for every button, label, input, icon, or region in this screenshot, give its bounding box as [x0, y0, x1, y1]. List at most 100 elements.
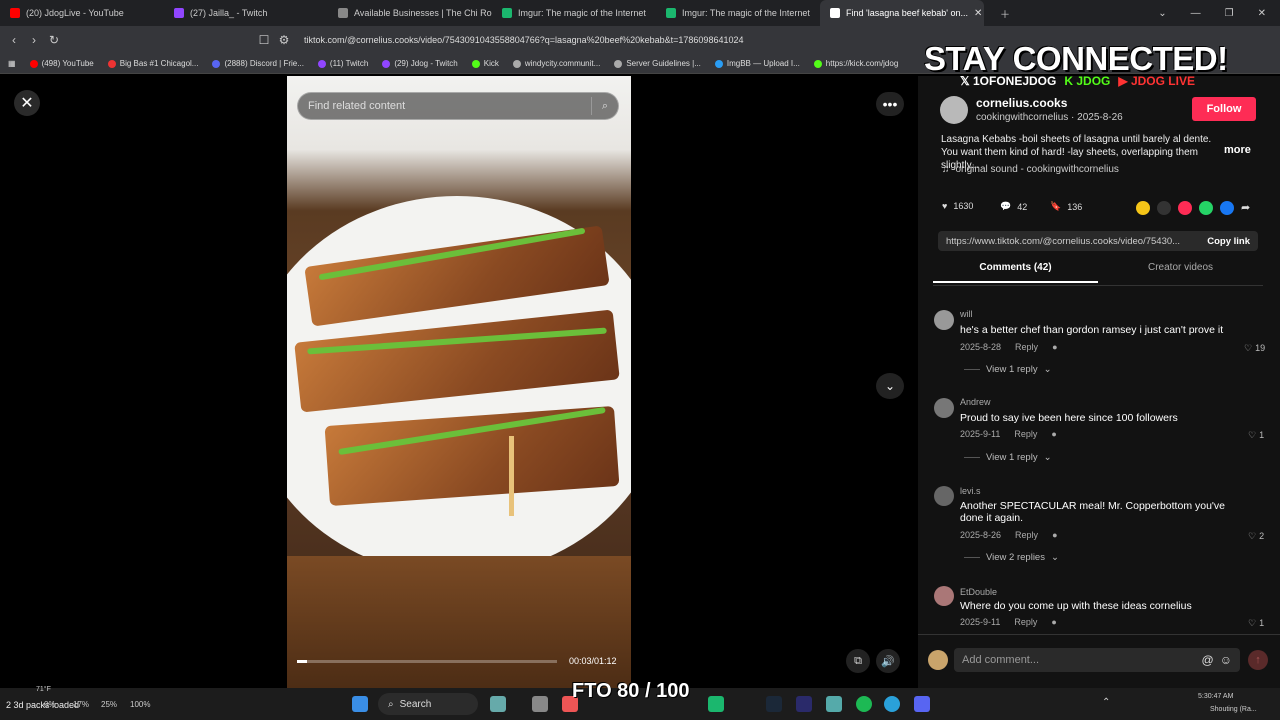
url-field[interactable]: tiktok.com/@cornelius.cooks/video/754309… — [304, 35, 743, 45]
browser-tab-active[interactable]: Find 'lasagna beef kebab' on... ✕ — [820, 0, 984, 26]
mention-icon[interactable]: @ — [1202, 653, 1214, 667]
comment-likes[interactable]: ♡ 1 — [1248, 618, 1264, 629]
divider — [590, 97, 592, 115]
repost-icon[interactable] — [1136, 201, 1150, 215]
bookmark-item[interactable]: (29) Jdog - Twitch — [382, 59, 458, 68]
bookmark-item[interactable]: ImgBB — Upload I... — [714, 59, 800, 68]
new-tab-button[interactable]: ＋ — [1000, 6, 1010, 21]
comment-likes[interactable]: ♡ 1 — [1248, 430, 1264, 441]
comment-user[interactable]: EtDouble — [960, 587, 997, 597]
bookmark-icon[interactable]: ☐ — [254, 33, 274, 47]
bookmark-item[interactable]: (11) Twitch — [317, 59, 368, 68]
tray-chevron-icon[interactable]: ⌃ — [1102, 697, 1110, 708]
steam-icon[interactable] — [766, 696, 782, 712]
heart-icon: ♡ — [1248, 430, 1257, 440]
video-progress-bar[interactable] — [297, 660, 557, 663]
close-button[interactable]: ✕ — [14, 90, 40, 116]
embed-icon[interactable] — [1157, 201, 1171, 215]
premiere-icon[interactable] — [796, 696, 812, 712]
sound-row[interactable]: ♫ original sound - cookingwithcornelius — [942, 164, 1119, 175]
bookmark-item[interactable]: (2888) Discord | Frie... — [212, 59, 304, 68]
creator-liked-icon: ● — [1051, 429, 1057, 439]
creator-username[interactable]: cornelius.cooks — [976, 96, 1067, 110]
disk-stat: 100% — [130, 700, 151, 709]
more-link[interactable]: more — [1224, 144, 1251, 156]
windows-start-icon[interactable] — [352, 696, 368, 712]
copy-link-button[interactable]: Copy link — [1207, 236, 1250, 247]
browser-tab[interactable]: Imgur: The magic of the Internet — [656, 0, 820, 26]
discord-icon[interactable] — [914, 696, 930, 712]
saves-stat[interactable]: 🔖 136 — [1050, 201, 1082, 212]
comment-user[interactable]: levi.s — [960, 486, 981, 496]
pip-icon[interactable]: ⧉ — [846, 649, 870, 673]
comments-stat[interactable]: 💬 42 — [1000, 201, 1027, 212]
reload-icon[interactable]: ↻ — [44, 33, 64, 47]
more-options-button[interactable]: ••• — [876, 92, 904, 116]
browser-tab[interactable]: (27) Jailla_ - Twitch — [164, 0, 328, 26]
spotify-icon[interactable] — [856, 696, 872, 712]
search-icon[interactable]: ⌕ — [602, 100, 608, 113]
share-icon[interactable]: ➦ — [1241, 201, 1250, 215]
post-comment-button[interactable]: ↑ — [1248, 650, 1268, 670]
task-view-icon[interactable] — [532, 696, 548, 712]
minimize-button[interactable]: — — [1191, 8, 1201, 19]
bookmark-item[interactable]: windycity.communit... — [512, 59, 600, 68]
browser-tab[interactable]: Available Businesses | The Chi Rolepl... — [328, 0, 492, 26]
browser-tab[interactable]: (20) JdogLive - YouTube — [0, 0, 164, 26]
skewer-image — [509, 436, 514, 516]
bookmark-item[interactable]: (498) YouTube — [29, 59, 94, 68]
send-icon[interactable] — [1178, 201, 1192, 215]
back-icon[interactable]: ‹ — [4, 33, 24, 47]
avatar[interactable] — [934, 486, 954, 506]
volume-icon[interactable]: 🔊 — [876, 649, 900, 673]
creator-liked-icon: ● — [1052, 530, 1058, 540]
view-replies[interactable]: View 1 reply ⌄ — [964, 364, 1052, 375]
maximize-button[interactable]: ❐ — [1225, 8, 1234, 19]
comment-meta: 2025-9-11 Reply ● — [960, 429, 1057, 439]
emoji-icon[interactable]: ☺ — [1220, 653, 1232, 667]
forward-icon[interactable]: › — [24, 33, 44, 47]
whatsapp-icon[interactable] — [1199, 201, 1213, 215]
comment-user[interactable]: Andrew — [960, 397, 991, 407]
browser-tab[interactable]: Imgur: The magic of the Internet — [492, 0, 656, 26]
avatar[interactable] — [934, 310, 954, 330]
close-tab-icon[interactable]: ✕ — [974, 8, 982, 19]
tab-search-icon[interactable]: ⌄ — [1158, 8, 1166, 19]
bookmark-item[interactable]: Server Guidelines |... — [614, 59, 701, 68]
creator-liked-icon: ● — [1051, 617, 1057, 627]
kick-icon — [471, 59, 480, 68]
close-window-button[interactable]: ✕ — [1258, 8, 1266, 19]
bookmark-item[interactable]: Kick — [471, 59, 499, 68]
next-video-button[interactable]: ⌄ — [876, 373, 904, 399]
avatar[interactable] — [934, 398, 954, 418]
bookmark-item[interactable]: Big Bas #1 Chicagol... — [107, 59, 198, 68]
creator-avatar[interactable] — [940, 96, 968, 124]
comment-user[interactable]: will — [960, 309, 973, 319]
site-info-icon[interactable]: ⚙ — [274, 33, 294, 47]
avatar[interactable] — [934, 586, 954, 606]
telegram-icon[interactable] — [884, 696, 900, 712]
app-icon[interactable] — [708, 696, 724, 712]
related-search-input[interactable]: Find related content ⌕ — [297, 92, 619, 120]
video-player[interactable] — [287, 76, 631, 688]
likes-stat[interactable]: ♥ 1630 — [942, 201, 973, 211]
tab-creator-videos[interactable]: Creator videos — [1098, 262, 1263, 273]
comment-likes[interactable]: ♡ 2 — [1248, 531, 1264, 542]
reply-button[interactable]: Reply — [1015, 342, 1038, 352]
bookmark-item[interactable]: https://kick.com/jdog — [813, 59, 898, 68]
apps-icon[interactable]: ▦ — [8, 59, 16, 68]
tab-comments[interactable]: Comments (42) — [933, 262, 1098, 283]
follow-button[interactable]: Follow — [1192, 97, 1256, 121]
comment-likes[interactable]: ♡ 19 — [1244, 343, 1265, 354]
view-replies[interactable]: View 1 reply ⌄ — [964, 452, 1052, 463]
reply-button[interactable]: Reply — [1015, 530, 1038, 540]
view-replies[interactable]: View 2 replies ⌄ — [964, 552, 1059, 563]
facebook-icon[interactable] — [1220, 201, 1234, 215]
widgets-icon[interactable] — [490, 696, 506, 712]
heart-icon: ♡ — [1248, 531, 1257, 541]
notepad-icon[interactable] — [826, 696, 842, 712]
add-comment-input[interactable]: Add comment... @ ☺ — [954, 648, 1240, 672]
reply-button[interactable]: Reply — [1014, 617, 1037, 627]
reply-button[interactable]: Reply — [1014, 429, 1037, 439]
taskbar-search[interactable]: ⌕ Search — [378, 693, 478, 715]
